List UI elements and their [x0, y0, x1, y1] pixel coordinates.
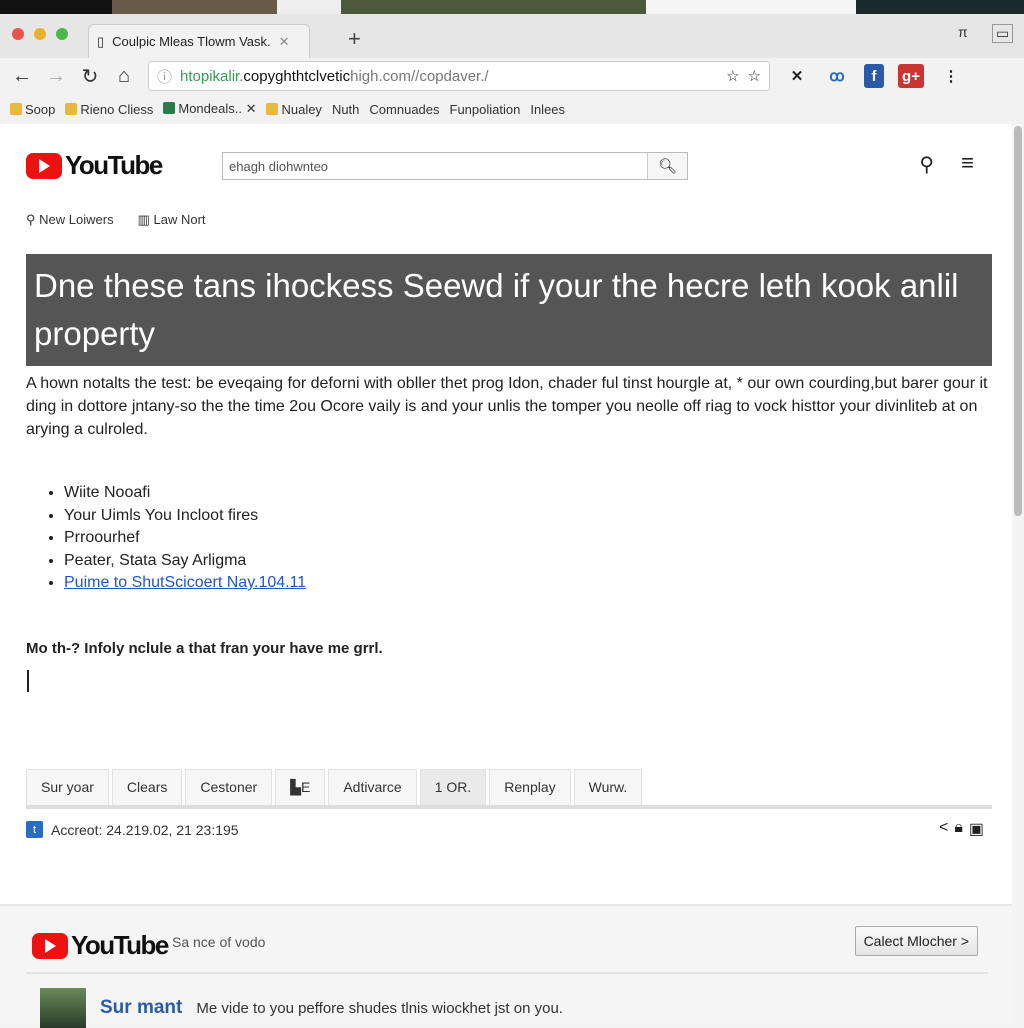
- page-icon: ▯: [97, 33, 105, 49]
- extension-icon[interactable]: ꝏ: [824, 64, 850, 88]
- tab[interactable]: ▙E: [275, 769, 326, 805]
- reload-icon[interactable]: ↻: [80, 64, 100, 89]
- list-link[interactable]: Puime to ShutScicoert Nay.104.11: [64, 574, 306, 591]
- tab-bar: Sur yoar Clears Cestoner ▙E Adtivarce 1 …: [26, 769, 992, 809]
- info-icon: ⓘ: [157, 68, 173, 86]
- comment: Sur mant Me vide to you peffore shudes t…: [40, 988, 563, 1028]
- divider: [26, 972, 988, 974]
- back-icon[interactable]: ←: [12, 65, 32, 88]
- footer: YouTube Sa nce of vodo Calect Mlocher > …: [0, 904, 1012, 1028]
- list-item: Peater, Stata Say Arligma: [64, 550, 306, 573]
- url-domain: copyghthtclvetic: [243, 67, 351, 85]
- url-path: high.com//copdaver./: [350, 67, 489, 85]
- square-icon[interactable]: ▣: [969, 819, 984, 839]
- bold-line: Mo th-? Infoly nclule a that fran your h…: [26, 640, 383, 657]
- bullet-list: Wiite Nooafi Your Uimls You Incloot fire…: [64, 482, 306, 595]
- tab[interactable]: Wurw.: [573, 769, 643, 805]
- page-content: YouTube 🔍︎ ⚲ ≡ ⚲ New Loiwers ▥ Law Nort …: [0, 124, 1012, 1028]
- bookmark[interactable]: Soop: [10, 102, 55, 117]
- share-icon[interactable]: <: [939, 819, 948, 839]
- search-box: 🔍︎: [222, 152, 688, 180]
- tab-title: Coulpic Mleas Tlowm Vask.: [112, 34, 271, 49]
- pin-icon[interactable]: π: [958, 24, 968, 40]
- list-item: Wiite Nooafi: [64, 482, 306, 505]
- comment-text: Me vide to you peffore shudes tlnis wioc…: [196, 999, 563, 1017]
- search-input[interactable]: [223, 153, 647, 179]
- user-icon[interactable]: ⚲: [919, 152, 934, 177]
- new-tab-button[interactable]: +: [348, 26, 361, 52]
- banner-title: Dne these tans ihockess Seewd if your th…: [26, 254, 992, 366]
- x-extension-icon[interactable]: ✕: [784, 64, 810, 88]
- flag-icon: ▙: [290, 779, 301, 795]
- tab[interactable]: Cestoner: [185, 769, 273, 805]
- bookmark[interactable]: Rieno Cliess: [65, 102, 153, 117]
- account-line: Accreot: 24.219.02, 21 23:195: [51, 821, 239, 838]
- star-icon[interactable]: ☆: [726, 67, 739, 85]
- bookmark[interactable]: Nuth: [332, 102, 359, 117]
- youtube-logo[interactable]: YouTube: [32, 930, 169, 961]
- home-icon[interactable]: ⌂: [114, 65, 134, 88]
- building-icon: ▥: [137, 212, 150, 227]
- tab[interactable]: Sur yoar: [26, 769, 109, 805]
- maximize-window-button[interactable]: [56, 28, 68, 40]
- url-scheme: htopikalir.: [180, 67, 244, 85]
- browser-tab[interactable]: ▯ Coulpic Mleas Tlowm Vask. ✕: [88, 24, 310, 58]
- bookmark[interactable]: Nualey: [266, 102, 322, 117]
- body-paragraph: A hown notalts the test: be eveqaing for…: [26, 375, 988, 438]
- text-cursor[interactable]: [27, 670, 29, 692]
- window-icon[interactable]: ▭: [992, 24, 1014, 43]
- star-icon[interactable]: ☆: [748, 67, 761, 85]
- tab[interactable]: Clears: [111, 769, 183, 805]
- subnav-item[interactable]: ▥ Law Nort: [138, 212, 206, 228]
- list-item: Puime to ShutScicoert Nay.104.11: [64, 572, 306, 595]
- list-item: Prroourhef: [64, 527, 306, 550]
- footer-subtitle: Sa nce of vodo: [172, 934, 266, 950]
- tab[interactable]: Adtivarce: [328, 769, 417, 805]
- address-bar[interactable]: ⓘ htopikalir.copyghthtclvetichigh.com//c…: [148, 61, 770, 91]
- comment-author[interactable]: Sur mant: [100, 997, 182, 1019]
- facebook-icon[interactable]: f: [864, 64, 884, 88]
- scrollbar[interactable]: [1014, 126, 1022, 516]
- location-icon: ⚲: [26, 212, 36, 227]
- subnav-item[interactable]: ⚲ New Loiwers: [26, 212, 114, 228]
- background-strip: [0, 0, 1024, 14]
- tab[interactable]: Renplay: [489, 769, 571, 805]
- bookmark[interactable]: Funpoliation: [450, 102, 521, 117]
- close-tab-icon[interactable]: ✕: [279, 34, 290, 50]
- forward-icon[interactable]: →: [46, 65, 66, 88]
- list-item: Your Uimls You Incloot fires: [64, 505, 306, 528]
- browser-chrome: ▯ Coulpic Mleas Tlowm Vask. ✕ + π ▭ ← → …: [0, 14, 1024, 124]
- select-button[interactable]: Calect Mlocher >: [854, 926, 978, 956]
- avatar[interactable]: [40, 988, 86, 1028]
- tab-active[interactable]: 1 OR.: [419, 769, 487, 805]
- bookmark[interactable]: Mondeals.. ✕: [163, 101, 256, 117]
- close-window-button[interactable]: [12, 28, 24, 40]
- menu-dots-icon[interactable]: ⋮: [938, 64, 964, 88]
- twitter-icon[interactable]: t: [26, 821, 43, 838]
- lock-icon[interactable]: 🔒︎: [954, 819, 963, 839]
- bookmark[interactable]: Inlees: [530, 102, 565, 117]
- minimize-window-button[interactable]: [34, 28, 46, 40]
- search-icon[interactable]: 🔍︎: [647, 153, 687, 179]
- gplus-icon[interactable]: g+: [898, 64, 924, 88]
- bookmark[interactable]: Comnuades: [369, 102, 439, 117]
- bookmarks-bar: Soop Rieno Cliess Mondeals.. ✕ Nualey Nu…: [0, 94, 1024, 124]
- hamburger-menu-icon[interactable]: ≡: [961, 150, 974, 176]
